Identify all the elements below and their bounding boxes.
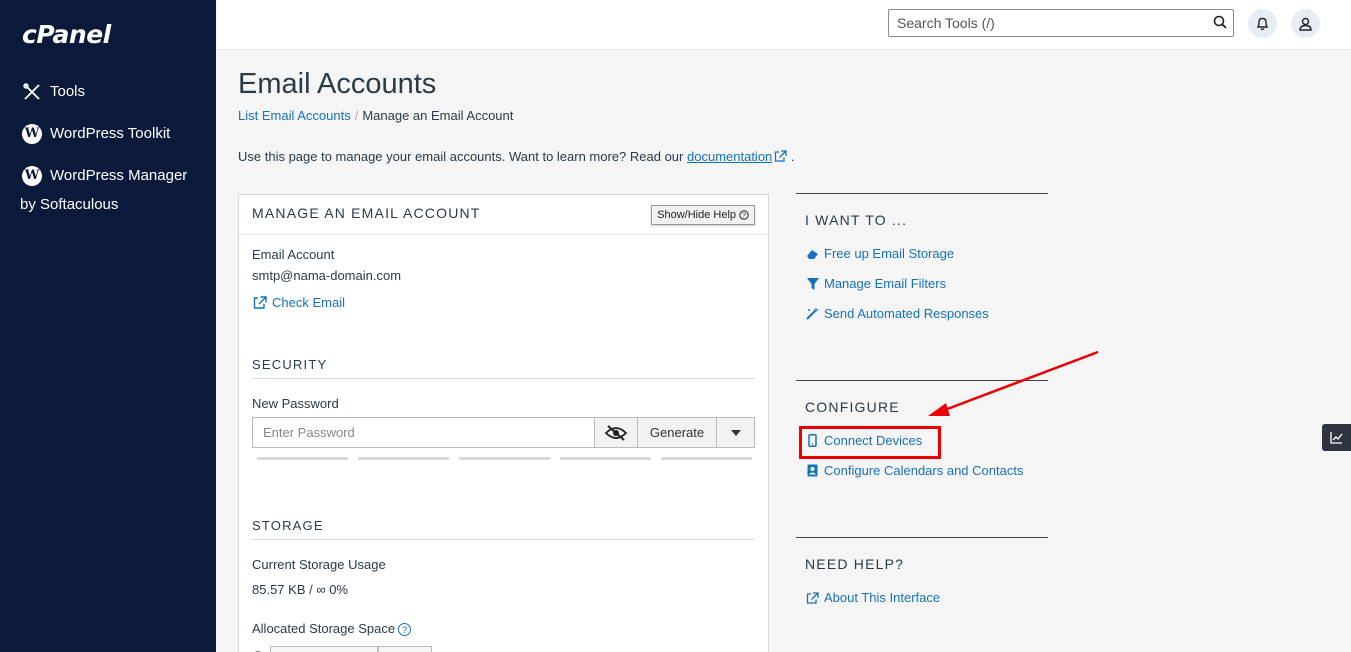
filter-icon [806,277,819,290]
help-icon[interactable]: ? [398,623,412,637]
sidebar-item-label: Tools [50,83,86,100]
breadcrumb: List Email Accounts / Manage an Email Acco… [238,108,513,123]
manage-filters-label: Manage Email Filters [824,276,947,291]
documentation-link[interactable]: documentation [687,149,772,164]
panel-title: MANAGE AN EMAIL ACCOUNT [252,205,481,221]
allocated-storage-control [252,646,432,652]
bell-icon [1256,17,1269,30]
sidebar-item-wordpress-toolkit[interactable]: W WordPress Toolkit [22,124,170,144]
automated-responses-link[interactable]: Send Automated Responses [806,306,989,321]
sidebar-item-wordpress-manager[interactable]: W WordPress Manager by Softaculous [20,166,190,219]
breadcrumb-separator: / [354,108,359,123]
annotation-arrow [928,350,1099,416]
sidebar: cPanel Tools W WordPress Toolkit W WordP… [0,0,216,652]
documentation-link-label: documentation [687,149,773,164]
stats-sidebar-toggle[interactable] [1322,424,1351,451]
cpanel-logo[interactable]: cPanel [22,20,111,49]
manage-filters-link[interactable]: Manage Email Filters [806,276,946,291]
need-help-section: NEED HELP? [796,537,1048,617]
intro-text: Use this page to manage your email accou… [238,149,795,164]
sidebar-item-label: WordPress Manager by Softaculous [20,167,188,213]
about-interface-link[interactable]: About This Interface [806,590,940,605]
password-input[interactable] [253,418,594,447]
show-hide-help-button[interactable]: Show/Hide Help ? [651,205,755,225]
generate-password-button[interactable]: Generate [637,418,716,447]
sidebar-item-tools[interactable]: Tools [22,82,85,102]
chart-icon [1330,431,1343,444]
password-input-group: Generate [252,417,755,448]
user-icon [1299,17,1312,31]
tools-icon [22,82,42,102]
storage-unit-select[interactable] [378,646,432,652]
manage-email-panel: MANAGE AN EMAIL ACCOUNT Show/Hide Help ?… [238,194,769,652]
security-heading: SECURITY [252,357,755,379]
question-circle-icon: ? [739,210,749,220]
generate-options-dropdown[interactable] [716,418,754,447]
breadcrumb-link-list-email-accounts[interactable]: List Email Accounts [238,108,351,123]
external-link-icon [806,591,819,604]
configure-calendars-link[interactable]: Configure Calendars and Contacts [806,463,1023,478]
search-input[interactable] [889,10,1199,36]
strength-segment [560,457,651,460]
intro-end: . [790,149,795,164]
panel-header: MANAGE AN EMAIL ACCOUNT Show/Hide Help ? [239,195,768,235]
annotation-highlight-box [799,426,941,459]
search-icon[interactable] [1213,15,1227,34]
need-help-heading: NEED HELP? [805,556,905,572]
free-up-storage-label: Free up Email Storage [824,246,955,261]
check-email-label: Check Email [272,295,345,310]
external-link-icon [253,296,267,309]
strength-segment [661,457,752,460]
allocated-storage-text: Allocated Storage Space [252,621,396,636]
i-want-to-heading: I WANT TO ... [805,212,908,228]
toggle-password-visibility-button[interactable] [594,418,637,447]
automated-responses-label: Send Automated Responses [824,306,989,321]
strength-segment [358,457,449,460]
help-button-label: Show/Hide Help [657,209,736,221]
current-storage-label: Current Storage Usage [252,557,386,572]
caret-down-icon [730,429,741,436]
allocated-storage-label: Allocated Storage Space? [252,621,412,637]
external-link-icon [775,150,787,162]
svg-text:?: ? [742,213,746,220]
search-box [888,9,1234,37]
contact-card-icon [806,464,819,477]
eye-slash-icon [605,424,627,441]
new-password-label: New Password [252,396,339,411]
email-account-value: smtp@nama-domain.com [252,268,402,283]
intro-sentence: Use this page to manage your email accou… [238,149,684,164]
check-email-link[interactable]: Check Email [253,295,345,310]
sidebar-item-label: WordPress Toolkit [50,125,171,142]
eraser-icon [806,247,819,260]
current-storage-value: 85.57 KB / ∞ 0% [252,582,348,597]
about-interface-label: About This Interface [824,590,941,605]
password-strength-meter [257,457,752,460]
page-title: Email Accounts [238,68,437,100]
notifications-button[interactable] [1248,9,1277,38]
breadcrumb-current: Manage an Email Account [362,108,514,123]
storage-quota-input[interactable] [270,646,378,652]
strength-segment [257,457,348,460]
strength-segment [459,457,550,460]
free-up-storage-link[interactable]: Free up Email Storage [806,246,954,261]
storage-heading: STORAGE [252,518,755,540]
magic-wand-icon [806,307,819,320]
configure-calendars-label: Configure Calendars and Contacts [824,463,1024,478]
top-bar [216,0,1351,50]
wordpress-icon: W [22,124,42,144]
email-account-label: Email Account [252,247,335,262]
user-menu-button[interactable] [1291,9,1320,38]
